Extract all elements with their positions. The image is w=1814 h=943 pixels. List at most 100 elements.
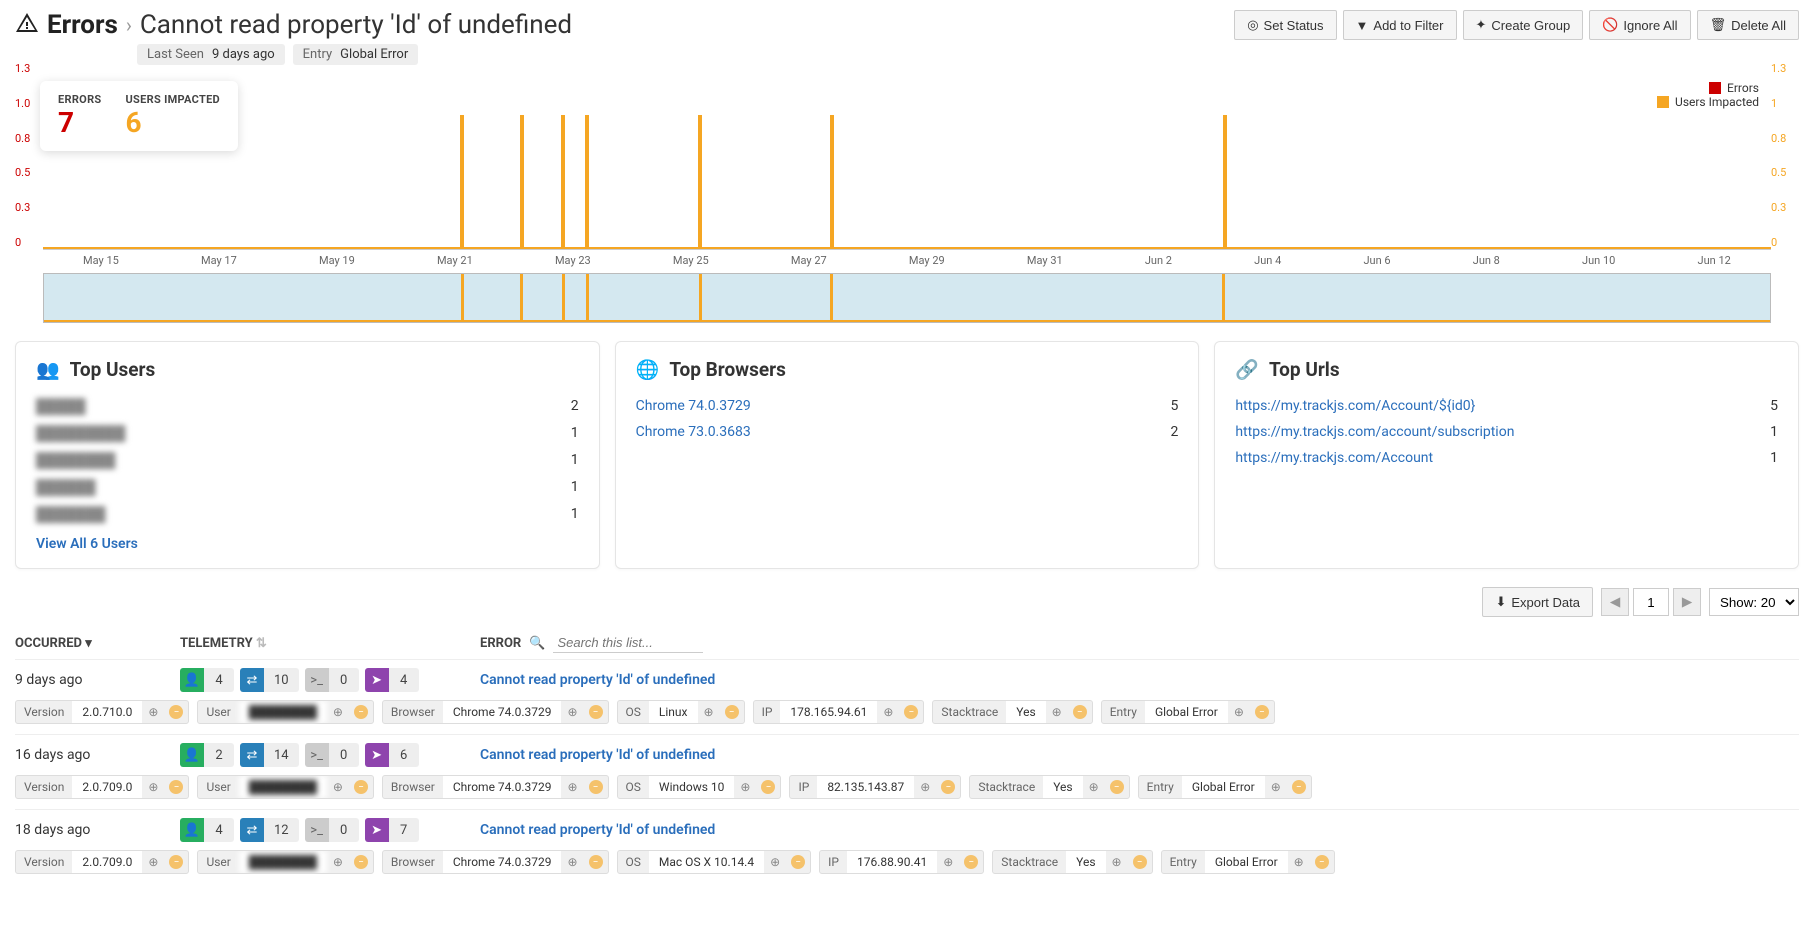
- chip-stacktrace[interactable]: StacktraceYes⊕−: [969, 775, 1129, 799]
- minus-icon[interactable]: −: [589, 855, 603, 869]
- minus-icon[interactable]: −: [354, 705, 368, 719]
- chip-version[interactable]: Version2.0.709.0⊕−: [15, 850, 189, 874]
- plus-icon[interactable]: ⊕: [734, 776, 756, 798]
- chip-ip[interactable]: IP82.135.143.87⊕−: [789, 775, 961, 799]
- list-item[interactable]: ████████1: [36, 447, 579, 474]
- minus-icon[interactable]: −: [761, 780, 775, 794]
- plus-icon[interactable]: ⊕: [937, 851, 959, 873]
- telemetry-badge-con[interactable]: >_0: [305, 743, 359, 767]
- list-item[interactable]: ███████1: [36, 501, 579, 528]
- telemetry-badge-nav[interactable]: ➤4: [365, 668, 419, 692]
- chip-entry[interactable]: EntryGlobal Error⊕−: [1138, 775, 1312, 799]
- chip-user[interactable]: User████████⊕−: [197, 850, 373, 874]
- minus-icon[interactable]: −: [964, 855, 978, 869]
- plus-icon[interactable]: ⊕: [1228, 701, 1250, 723]
- telemetry-badge-net[interactable]: ⇄14: [240, 743, 299, 767]
- minus-icon[interactable]: −: [169, 780, 183, 794]
- chip-stacktrace[interactable]: StacktraceYes⊕−: [932, 700, 1092, 724]
- page-input[interactable]: [1633, 588, 1669, 616]
- minus-icon[interactable]: −: [589, 705, 603, 719]
- chip-ip[interactable]: IP178.165.94.61⊕−: [753, 700, 925, 724]
- list-item[interactable]: Chrome 73.0.36832: [636, 419, 1179, 445]
- list-item[interactable]: ██████1: [36, 474, 579, 501]
- main-chart[interactable]: 00.30.50.81.01.3 00.30.50.811.3: [43, 75, 1771, 250]
- plus-icon[interactable]: ⊕: [142, 701, 164, 723]
- plus-icon[interactable]: ⊕: [877, 701, 899, 723]
- error-link[interactable]: Cannot read property 'Id' of undefined: [480, 747, 715, 763]
- col-telemetry[interactable]: TELEMETRY ⇅: [180, 636, 460, 651]
- chip-entry[interactable]: EntryGlobal Error⊕−: [1101, 700, 1275, 724]
- list-item[interactable]: https://my.trackjs.com/account/subscript…: [1235, 419, 1778, 445]
- set-status-button[interactable]: ◎Set Status: [1234, 10, 1336, 40]
- prev-page-button[interactable]: ◀: [1601, 588, 1629, 616]
- minus-icon[interactable]: −: [169, 855, 183, 869]
- export-data-button[interactable]: ⬇Export Data: [1482, 587, 1593, 617]
- plus-icon[interactable]: ⊕: [142, 851, 164, 873]
- plus-icon[interactable]: ⊕: [561, 776, 583, 798]
- error-link[interactable]: Cannot read property 'Id' of undefined: [480, 822, 715, 838]
- chip-entry[interactable]: EntryGlobal Error⊕−: [1161, 850, 1335, 874]
- list-item[interactable]: █████████1: [36, 420, 579, 447]
- chip-ip[interactable]: IP176.88.90.41⊕−: [819, 850, 984, 874]
- plus-icon[interactable]: ⊕: [764, 851, 786, 873]
- minus-icon[interactable]: −: [791, 855, 805, 869]
- telemetry-badge-nav[interactable]: ➤6: [365, 743, 419, 767]
- chip-browser[interactable]: BrowserChrome 74.0.3729⊕−: [382, 775, 609, 799]
- chip-browser[interactable]: BrowserChrome 74.0.3729⊕−: [382, 700, 609, 724]
- minus-icon[interactable]: −: [169, 705, 183, 719]
- chip-browser[interactable]: BrowserChrome 74.0.3729⊕−: [382, 850, 609, 874]
- chip-user[interactable]: User████████⊕−: [197, 700, 373, 724]
- minus-icon[interactable]: −: [354, 855, 368, 869]
- plus-icon[interactable]: ⊕: [1265, 776, 1287, 798]
- list-item[interactable]: https://my.trackjs.com/Account/${id0}5: [1235, 393, 1778, 419]
- plus-icon[interactable]: ⊕: [561, 851, 583, 873]
- telemetry-badge-user[interactable]: 👤4: [180, 668, 234, 692]
- telemetry-badge-user[interactable]: 👤4: [180, 818, 234, 842]
- search-input[interactable]: [553, 633, 703, 653]
- view-all-users-link[interactable]: View All 6 Users: [36, 536, 579, 552]
- plus-icon[interactable]: ⊕: [914, 776, 936, 798]
- minus-icon[interactable]: −: [354, 780, 368, 794]
- telemetry-badge-net[interactable]: ⇄12: [240, 818, 299, 842]
- add-to-filter-button[interactable]: ▼Add to Filter: [1343, 10, 1457, 40]
- show-select[interactable]: Show: 20: [1709, 588, 1799, 616]
- minus-icon[interactable]: −: [1255, 705, 1269, 719]
- plus-icon[interactable]: ⊕: [142, 776, 164, 798]
- minus-icon[interactable]: −: [941, 780, 955, 794]
- chip-os[interactable]: OSMac OS X 10.14.4⊕−: [617, 850, 812, 874]
- telemetry-badge-net[interactable]: ⇄10: [240, 668, 299, 692]
- minus-icon[interactable]: −: [1110, 780, 1124, 794]
- mini-chart[interactable]: [43, 273, 1771, 323]
- chip-os[interactable]: OSWindows 10⊕−: [617, 775, 782, 799]
- telemetry-badge-con[interactable]: >_0: [305, 668, 359, 692]
- ignore-all-button[interactable]: 🚫Ignore All: [1589, 10, 1690, 40]
- list-item[interactable]: Chrome 74.0.37295: [636, 393, 1179, 419]
- create-group-button[interactable]: ✦Create Group: [1463, 10, 1584, 40]
- minus-icon[interactable]: −: [725, 705, 739, 719]
- telemetry-badge-user[interactable]: 👤2: [180, 743, 234, 767]
- chip-stacktrace[interactable]: StacktraceYes⊕−: [992, 850, 1152, 874]
- plus-icon[interactable]: ⊕: [561, 701, 583, 723]
- minus-icon[interactable]: −: [1073, 705, 1087, 719]
- plus-icon[interactable]: ⊕: [1288, 851, 1310, 873]
- plus-icon[interactable]: ⊕: [327, 851, 349, 873]
- plus-icon[interactable]: ⊕: [698, 701, 720, 723]
- telemetry-badge-con[interactable]: >_0: [305, 818, 359, 842]
- delete-all-button[interactable]: 🗑Delete All: [1697, 10, 1799, 40]
- telemetry-badge-nav[interactable]: ➤7: [365, 818, 419, 842]
- chip-os[interactable]: OSLinux⊕−: [617, 700, 745, 724]
- minus-icon[interactable]: −: [904, 705, 918, 719]
- list-item[interactable]: https://my.trackjs.com/Account1: [1235, 445, 1778, 471]
- next-page-button[interactable]: ▶: [1673, 588, 1701, 616]
- plus-icon[interactable]: ⊕: [1106, 851, 1128, 873]
- chip-version[interactable]: Version2.0.710.0⊕−: [15, 700, 189, 724]
- col-occurred[interactable]: OCCURRED ▾: [15, 636, 160, 651]
- plus-icon[interactable]: ⊕: [327, 776, 349, 798]
- minus-icon[interactable]: −: [1315, 855, 1329, 869]
- list-item[interactable]: █████2: [36, 393, 579, 420]
- chip-user[interactable]: User████████⊕−: [197, 775, 373, 799]
- chip-version[interactable]: Version2.0.709.0⊕−: [15, 775, 189, 799]
- error-link[interactable]: Cannot read property 'Id' of undefined: [480, 672, 715, 688]
- minus-icon[interactable]: −: [1133, 855, 1147, 869]
- plus-icon[interactable]: ⊕: [327, 701, 349, 723]
